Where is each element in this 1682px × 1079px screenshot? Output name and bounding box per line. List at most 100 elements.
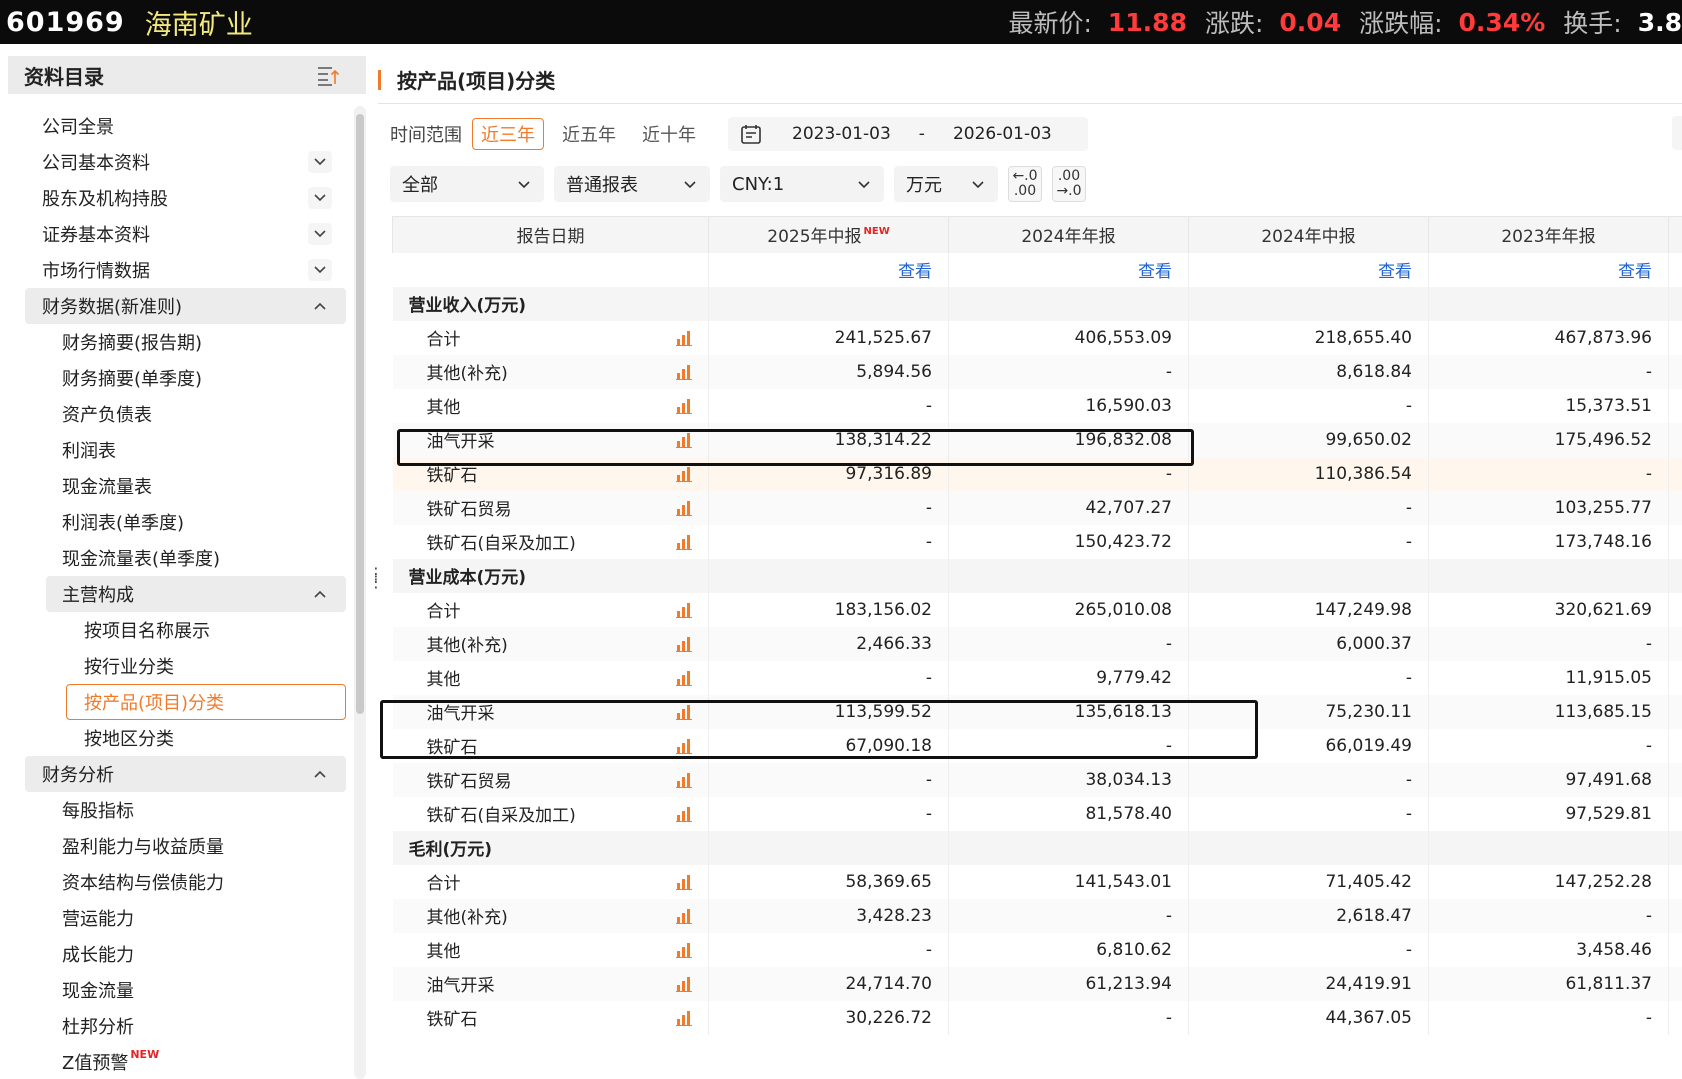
chevron-down-icon[interactable] xyxy=(308,223,332,245)
sidebar-item-balance-sheet[interactable]: 资产负债表 xyxy=(8,396,346,432)
overflow-cell xyxy=(1668,864,1682,899)
table-row[interactable]: 合计 183,156.02 265,010.08 147,249.98 320,621.… xyxy=(392,592,1682,627)
range-3y[interactable]: 近三年 xyxy=(472,118,544,150)
sidebar-item-dupont[interactable]: 杜邦分析 xyxy=(8,1008,346,1044)
sidebar-item-by-project-name[interactable]: 按项目名称展示 xyxy=(8,612,346,648)
view-link[interactable]: 查看 xyxy=(1428,252,1669,287)
range-5y[interactable]: 近五年 xyxy=(554,119,624,149)
sidebar-item-main-business[interactable]: 主营构成 xyxy=(46,576,346,612)
table-row[interactable]: 其他(补充) 5,894.56-8,618.84- xyxy=(392,354,1682,389)
sidebar-item-per-share[interactable]: 每股指标 xyxy=(8,792,346,828)
sidebar-item-growth[interactable]: 成长能力 xyxy=(8,936,346,972)
chevron-up-icon[interactable] xyxy=(308,295,332,317)
sidebar-item-z-score[interactable]: Z值预警 NEW xyxy=(8,1044,346,1079)
sidebar-item-financial-data[interactable]: 财务数据(新准则) xyxy=(25,288,346,324)
export-button-edge[interactable] xyxy=(1672,116,1682,150)
table-row[interactable]: 油气开采 24,714.70 61,213.94 24,419.91 61,811.37 xyxy=(392,966,1682,1001)
bar-chart-icon[interactable] xyxy=(676,602,692,618)
bar-chart-icon[interactable] xyxy=(676,534,692,550)
chevron-down-icon[interactable] xyxy=(308,187,332,209)
bar-chart-icon[interactable] xyxy=(676,330,692,346)
chevron-up-icon[interactable] xyxy=(308,763,332,785)
bar-chart-icon[interactable] xyxy=(676,466,692,482)
sidebar-item-label: 利润表(单季度) xyxy=(62,513,185,534)
unit-select[interactable]: 万元 xyxy=(894,166,998,202)
table-row[interactable]: 其他(补充) 2,466.33-6,000.37- xyxy=(392,626,1682,661)
table-row[interactable]: 铁矿石贸易 -38,034.13-97,491.68 xyxy=(392,762,1682,797)
row-label: 铁矿石(自采及加工) xyxy=(426,534,576,554)
view-link[interactable]: 查看 xyxy=(948,252,1189,287)
scrollbar-thumb[interactable] xyxy=(356,114,364,714)
sidebar-item-by-industry[interactable]: 按行业分类 xyxy=(8,648,346,684)
chevron-down-icon[interactable] xyxy=(308,259,332,281)
table-row[interactable]: 其他 -9,779.42-11,915.05 xyxy=(392,660,1682,695)
view-link[interactable]: 查看 xyxy=(1188,252,1429,287)
sidebar-item-fin-summary-period[interactable]: 财务摘要(报告期) xyxy=(8,324,346,360)
bar-chart-icon[interactable] xyxy=(676,500,692,516)
bar-chart-icon[interactable] xyxy=(676,398,692,414)
row-label: 铁矿石 xyxy=(426,1010,478,1030)
sidebar-item-market-data[interactable]: 市场行情数据 xyxy=(8,252,346,288)
overflow-cell xyxy=(1668,660,1682,695)
header-col-3[interactable]: 2024年中报 xyxy=(1188,216,1429,253)
bar-chart-icon[interactable] xyxy=(676,1010,692,1026)
value-cell: 218,655.40 xyxy=(1188,320,1429,355)
header-col-2[interactable]: 2024年年报 xyxy=(948,216,1189,253)
sort-menu-icon[interactable] xyxy=(316,63,340,87)
range-10y[interactable]: 近十年 xyxy=(634,119,704,149)
bar-chart-icon[interactable] xyxy=(676,636,692,652)
header-col-4[interactable]: 2023年年报 xyxy=(1428,216,1669,253)
table-row[interactable]: 其他 -16,590.03-15,373.51 xyxy=(392,388,1682,423)
table-row[interactable]: 铁矿石 30,226.72-44,367.05- xyxy=(392,1000,1682,1035)
sidebar-item-income-quarter[interactable]: 利润表(单季度) xyxy=(8,504,346,540)
chevron-down-icon xyxy=(684,181,696,189)
sidebar-item-cash-flow[interactable]: 现金流量表 xyxy=(8,468,346,504)
table-row[interactable]: 其他 -6,810.62-3,458.46 xyxy=(392,932,1682,967)
sidebar-item-fin-summary-quarter[interactable]: 财务摘要(单季度) xyxy=(8,360,346,396)
view-link[interactable]: 查看 xyxy=(708,252,949,287)
sidebar-scrollbar[interactable] xyxy=(354,106,366,1079)
bar-chart-icon[interactable] xyxy=(676,874,692,890)
decrease-decimals-button[interactable]: ←.0.00 xyxy=(1008,166,1042,202)
sidebar-item-capital-structure[interactable]: 资本结构与偿债能力 xyxy=(8,864,346,900)
chevron-down-icon[interactable] xyxy=(308,151,332,173)
sidebar-item-income-statement[interactable]: 利润表 xyxy=(8,432,346,468)
sidebar-item-security-basic[interactable]: 证券基本资料 xyxy=(8,216,346,252)
table-row[interactable]: 其他(补充) 3,428.23-2,618.47- xyxy=(392,898,1682,933)
value-cell: - xyxy=(708,388,949,423)
currency-select[interactable]: CNY:1 xyxy=(720,166,884,202)
bar-chart-icon[interactable] xyxy=(676,364,692,380)
scope-select[interactable]: 全部 xyxy=(390,166,544,202)
sidebar-item-shareholders[interactable]: 股东及机构持股 xyxy=(8,180,346,216)
table-row[interactable]: 合计 58,369.65 141,543.01 71,405.42 147,252.28 xyxy=(392,864,1682,899)
value-cell: 8,618.84 xyxy=(1188,354,1429,389)
bar-chart-icon[interactable] xyxy=(676,806,692,822)
sidebar-item-profitability[interactable]: 盈利能力与收益质量 xyxy=(8,828,346,864)
chevron-up-icon[interactable] xyxy=(308,583,332,605)
sidebar-item-label: 盈利能力与收益质量 xyxy=(62,837,224,858)
sidebar-item-company-overview[interactable]: 公司全景 xyxy=(8,108,346,144)
bar-chart-icon[interactable] xyxy=(676,772,692,788)
sidebar-item-company-basic[interactable]: 公司基本资料 xyxy=(8,144,346,180)
table-row[interactable]: 铁矿石(自采及加工) -81,578.40-97,529.81 xyxy=(392,796,1682,831)
increase-decimals-button[interactable]: .00 →.0 xyxy=(1052,166,1086,202)
bar-chart-icon[interactable] xyxy=(676,908,692,924)
date-end[interactable]: 2026-01-03 xyxy=(953,124,1052,144)
date-start[interactable]: 2023-01-03 xyxy=(792,124,891,144)
bar-chart-icon[interactable] xyxy=(676,670,692,686)
header-col-1[interactable]: 2025年中报 NEW xyxy=(708,216,949,253)
sidebar-item-financial-analysis[interactable]: 财务分析 xyxy=(25,756,346,792)
resize-handle-icon[interactable]: ⋮ ⋮ xyxy=(368,566,384,600)
bar-chart-icon[interactable] xyxy=(676,976,692,992)
sidebar-item-by-region[interactable]: 按地区分类 xyxy=(8,720,346,756)
bar-chart-icon[interactable] xyxy=(676,942,692,958)
date-range-picker[interactable]: 2023-01-03 - 2026-01-03 xyxy=(728,117,1088,151)
report-type-select[interactable]: 普通报表 xyxy=(554,166,710,202)
sidebar-item-cash-flow-quarter[interactable]: 现金流量表(单季度) xyxy=(8,540,346,576)
table-row[interactable]: 铁矿石贸易 -42,707.27-103,255.77 xyxy=(392,490,1682,525)
sidebar-item-operating[interactable]: 营运能力 xyxy=(8,900,346,936)
sidebar-item-cash[interactable]: 现金流量 xyxy=(8,972,346,1008)
table-row[interactable]: 合计 241,525.67 406,553.09 218,655.40 467,873.… xyxy=(392,320,1682,355)
sidebar-item-by-product[interactable]: 按产品(项目)分类 xyxy=(66,684,346,720)
table-row[interactable]: 铁矿石(自采及加工) -150,423.72-173,748.16 xyxy=(392,524,1682,559)
